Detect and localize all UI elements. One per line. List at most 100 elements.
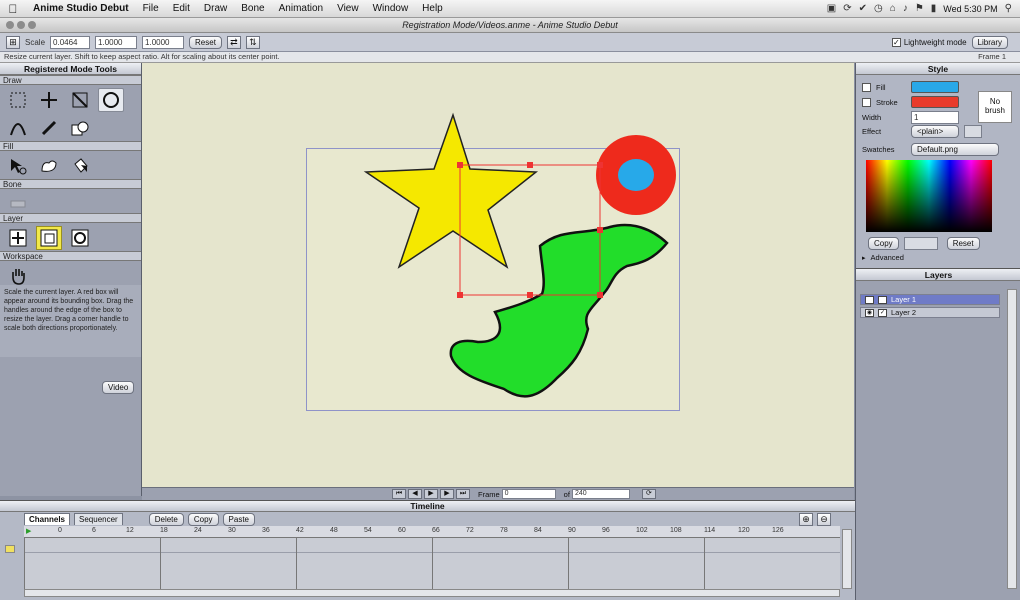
volume-icon[interactable]: ♪ (903, 3, 908, 14)
menu-view[interactable]: View (330, 3, 366, 14)
copy-keys-button[interactable]: Copy (187, 512, 219, 526)
visibility-eye-icon[interactable]: ◉ (865, 295, 874, 304)
layer-name[interactable]: Layer 2 (891, 308, 916, 317)
tab-sequencer[interactable]: Sequencer (74, 513, 123, 525)
fast-forward-icon[interactable]: ⏭ (456, 489, 470, 499)
canvas-drawing[interactable] (142, 63, 854, 487)
timeline-ruler[interactable]: ▶ 0 6 12 18 24 30 36 42 48 54 60 66 72 7… (24, 526, 840, 538)
library-button[interactable]: Library (971, 35, 1008, 49)
copy-style-button[interactable]: Copy (868, 237, 899, 250)
stroke-color-swatch[interactable] (911, 96, 959, 108)
scale-layer-icon[interactable] (36, 226, 62, 250)
flip-vertical-icon[interactable]: ⇅ (245, 35, 260, 49)
menu-app-name[interactable]: Anime Studio Debut (26, 3, 136, 14)
menu-window[interactable]: Window (366, 3, 416, 14)
zoom-out-icon[interactable]: ⊖ (817, 512, 831, 526)
battery-icon[interactable]: ▮ (931, 3, 937, 14)
clock[interactable]: Wed 5:30 PM (943, 4, 997, 14)
fill-checkbox[interactable] (862, 82, 871, 92)
paint-bucket-icon[interactable] (67, 154, 93, 178)
menu-help[interactable]: Help (415, 3, 450, 14)
play-icon[interactable]: ▶ (424, 489, 438, 499)
zoom-in-icon[interactable]: ⊕ (799, 512, 813, 526)
fill-color-swatch[interactable] (911, 81, 959, 93)
handle-bottom-right[interactable] (597, 292, 603, 298)
reset-style-button[interactable]: Reset (946, 237, 980, 250)
layer-row[interactable]: ◉ ✓ Layer 2 (860, 307, 1000, 318)
canvas-area[interactable] (142, 63, 854, 487)
translate-points-icon[interactable] (36, 88, 62, 112)
handle-top-right[interactable] (597, 162, 603, 168)
hand-pan-icon[interactable] (5, 264, 31, 288)
visibility-eye-icon[interactable]: ◉ (865, 308, 874, 317)
flip-horizontal-icon[interactable]: ⇄ (226, 35, 241, 49)
rotate-points-icon[interactable] (98, 88, 124, 112)
tool-video-button[interactable]: Video (102, 381, 135, 394)
scale-points-icon[interactable] (67, 88, 93, 112)
scale-y-field[interactable]: 1.0000 (95, 35, 138, 49)
freehand-pencil-icon[interactable] (36, 116, 62, 140)
stroke-checkbox[interactable] (862, 97, 871, 107)
timeline-tracks[interactable] (24, 538, 840, 590)
playhead-icon[interactable]: ▶ (26, 527, 31, 535)
apple-icon[interactable]:  (0, 2, 26, 16)
flag-icon[interactable]: ⚑ (915, 3, 924, 14)
draw-shape-icon[interactable] (67, 116, 93, 140)
menu-animation[interactable]: Animation (272, 3, 330, 14)
advanced-row[interactable]: ▸ Advanced (862, 253, 904, 262)
time-machine-icon[interactable]: ◷ (874, 3, 883, 14)
timeline-vertical-scrollbar[interactable] (842, 529, 852, 589)
menu-bone[interactable]: Bone (234, 3, 271, 14)
disclosure-triangle-icon[interactable]: ▸ (862, 254, 866, 262)
curve-tool-icon[interactable] (5, 116, 31, 140)
select-points-icon[interactable] (5, 88, 31, 112)
tab-channels[interactable]: Channels (24, 513, 71, 525)
no-brush-preview[interactable]: No brush (978, 91, 1012, 123)
bluetooth-icon[interactable]: ✔ (859, 3, 867, 14)
lightweight-mode-checkbox[interactable]: ✓ Lightweight mode (891, 37, 967, 47)
effect-dropdown[interactable]: <plain> (911, 125, 959, 138)
layer-check-icon[interactable]: ✓ (878, 308, 887, 317)
handle-bottom-left[interactable] (457, 292, 463, 298)
step-forward-icon[interactable]: ▶ (440, 489, 454, 499)
reset-scale-button[interactable]: Reset (189, 35, 222, 49)
loop-icon[interactable]: ⟳ (641, 489, 656, 499)
layer-check-icon[interactable]: ✓ (878, 295, 887, 304)
zoom-window-button[interactable] (28, 21, 36, 29)
checkbox-check-icon[interactable]: ✓ (891, 37, 901, 47)
scale-x-field[interactable]: 0.0464 (50, 35, 91, 49)
create-shape-icon[interactable] (36, 154, 62, 178)
color-picker[interactable] (866, 160, 992, 232)
delete-keys-button[interactable]: Delete (148, 512, 184, 526)
yellow-star-shape[interactable] (363, 112, 539, 269)
minimize-window-button[interactable] (17, 21, 25, 29)
spotlight-search-icon[interactable]: ⚲ (1005, 3, 1012, 14)
advanced-label[interactable]: Advanced (871, 253, 904, 262)
translate-layer-icon[interactable] (5, 226, 31, 250)
sync-icon[interactable]: ⟳ (843, 3, 851, 14)
blue-circle-shape[interactable] (618, 159, 654, 191)
select-shape-icon[interactable] (5, 154, 31, 178)
layer-name[interactable]: Layer 1 (891, 295, 916, 304)
handle-top-middle[interactable] (527, 162, 533, 168)
handle-middle-right[interactable] (597, 227, 603, 233)
paste-keys-button[interactable]: Paste (222, 512, 255, 526)
timeline-horizontal-scrollbar[interactable] (24, 589, 840, 597)
step-back-icon[interactable]: ◀ (408, 489, 422, 499)
menu-draw[interactable]: Draw (197, 3, 234, 14)
handle-bottom-middle[interactable] (527, 292, 533, 298)
wifi-icon[interactable]: ⌂ (890, 3, 896, 14)
layer-row[interactable]: ◉ ✓ Layer 1 (860, 294, 1000, 305)
close-window-button[interactable] (6, 21, 14, 29)
handle-top-left[interactable] (457, 162, 463, 168)
rewind-icon[interactable]: ⏮ (392, 489, 406, 499)
rotate-layer-icon[interactable] (67, 226, 93, 250)
width-field[interactable]: 1 (911, 111, 959, 124)
menu-edit[interactable]: Edit (166, 3, 197, 14)
frame-count-field[interactable]: 240 (571, 489, 630, 499)
frame-field[interactable]: 0 (501, 489, 556, 499)
menu-file[interactable]: File (136, 3, 166, 14)
scale-z-field[interactable]: 1.0000 (142, 35, 185, 49)
swatches-dropdown[interactable]: Default.png (911, 143, 999, 156)
layers-scrollbar[interactable] (1007, 289, 1017, 589)
